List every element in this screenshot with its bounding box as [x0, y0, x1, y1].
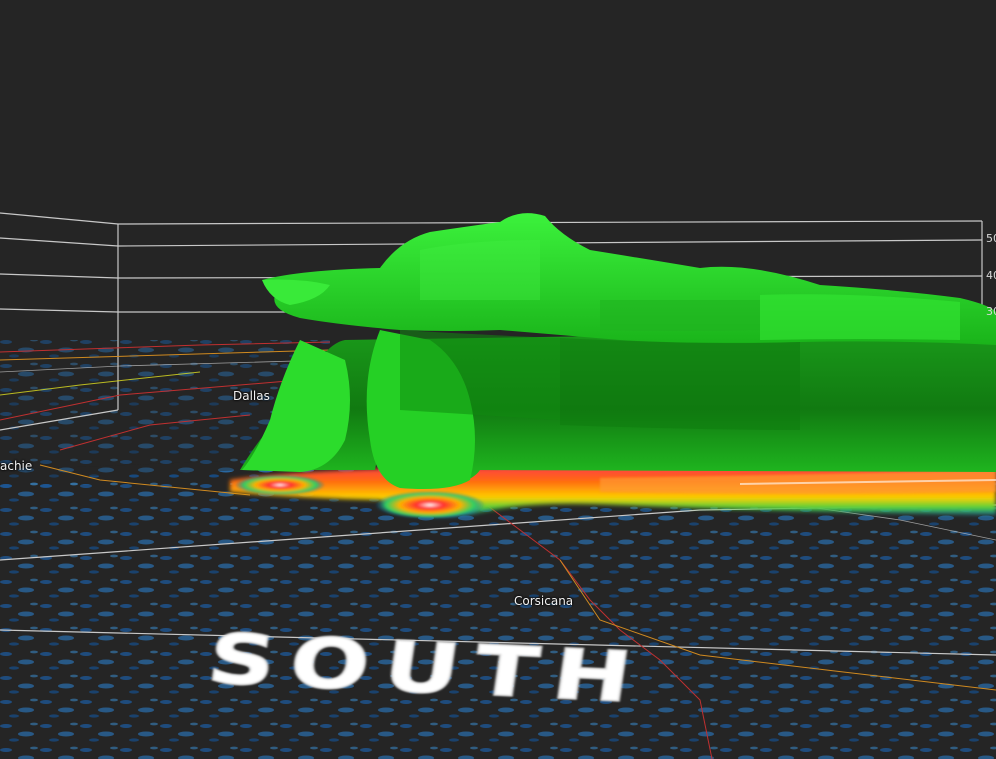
height-tick-label: 40	[986, 269, 996, 282]
direction-label-south: SOUTH	[202, 618, 653, 720]
city-label-dallas: Dallas	[233, 389, 270, 403]
svg-text:SOUTH: SOUTH	[203, 619, 652, 719]
height-tick-label: 50	[986, 232, 996, 245]
height-tick-label: 30	[986, 305, 996, 318]
radar-isosurface-icon	[240, 213, 996, 489]
radar-3d-viewport[interactable]: 50 40 30 Dallas Corsicana achie SOUTH	[0, 0, 996, 759]
city-label-waxahachie: achie	[0, 459, 33, 473]
